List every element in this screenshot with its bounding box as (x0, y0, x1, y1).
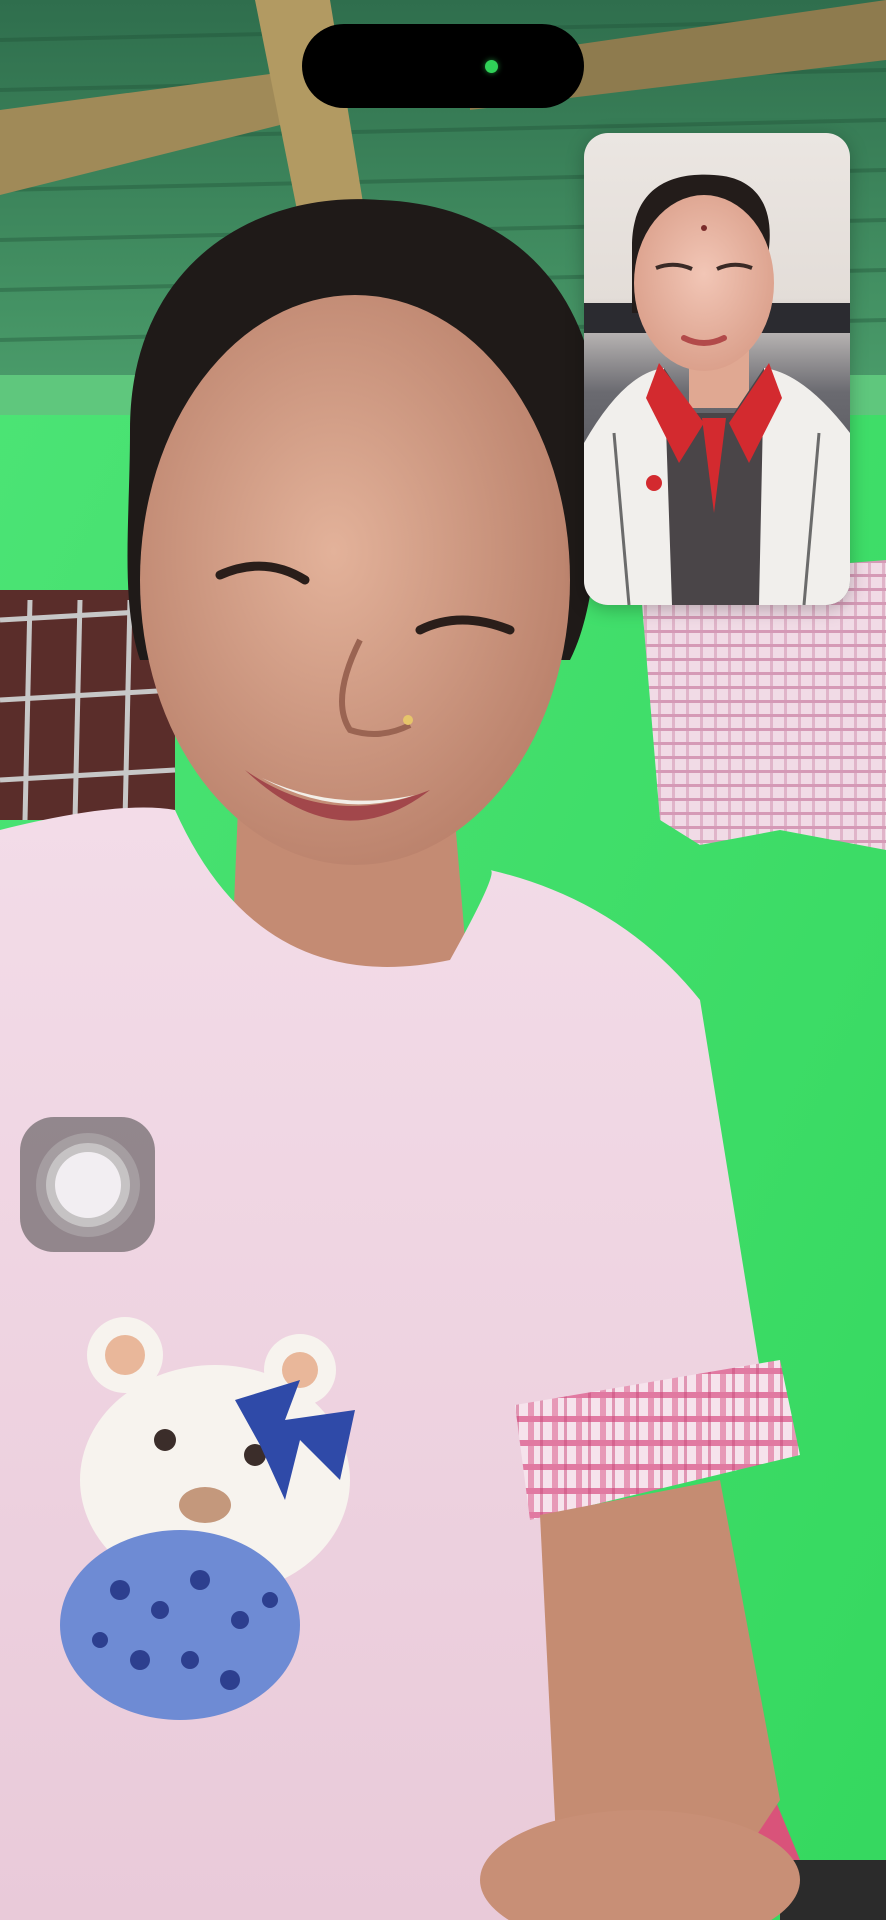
assistive-touch-core (54, 1151, 121, 1218)
assistive-touch-inner-ring (45, 1142, 130, 1227)
camera-indicator-icon (485, 60, 498, 73)
assistive-touch-outer-ring (35, 1132, 140, 1237)
self-view-video[interactable] (584, 133, 850, 605)
dynamic-island (302, 24, 584, 108)
assistive-touch-icon[interactable] (20, 1117, 155, 1252)
video-call-screen (0, 0, 886, 1920)
